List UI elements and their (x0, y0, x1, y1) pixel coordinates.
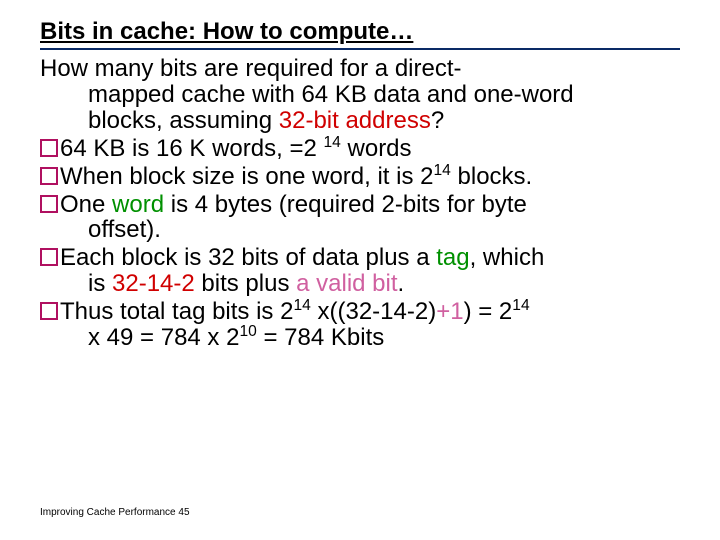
square-bullet-icon (40, 248, 58, 266)
b3a: One (60, 191, 112, 218)
b5-exp2: 14 (512, 297, 529, 314)
b5e: x 49 = 784 x 2 (88, 324, 239, 351)
bullet-5: Thus total tag bits is 214 x((32-14-2)+1… (40, 299, 680, 351)
b4a: Each block is 32 bits of data plus a (60, 244, 436, 271)
q-line2: mapped cache with 64 KB data and one-wor… (40, 82, 680, 108)
square-bullet-icon (40, 195, 58, 213)
b5c: +1 (436, 298, 463, 325)
q-l3c: ? (431, 107, 444, 134)
b1b: words (341, 135, 412, 162)
b5d: ) = 2 (464, 298, 513, 325)
slide-footer: Improving Cache Performance 45 (40, 507, 190, 518)
slide-body: How many bits are required for a direct-… (40, 56, 680, 351)
slide-title: Bits in cache: How to compute… (40, 18, 680, 50)
square-bullet-icon (40, 167, 58, 185)
b5b: x((32-14-2) (311, 298, 436, 325)
q-l3a: blocks, assuming (88, 107, 279, 134)
b4g: a valid bit (296, 270, 397, 297)
b5-exp1: 14 (293, 297, 310, 314)
b4c: , which (470, 244, 545, 271)
b3c: is 4 bytes (required 2-bits for byte (164, 191, 527, 218)
b4e: 32-14-2 (112, 270, 195, 297)
bullet-4: Each block is 32 bits of data plus a tag… (40, 245, 680, 297)
b4h: . (398, 270, 405, 297)
b2-exp: 14 (434, 162, 451, 179)
b5-line2: x 49 = 784 x 210 = 784 Kbits (40, 325, 680, 351)
b3b: word (112, 191, 164, 218)
q-line3: blocks, assuming 32-bit address? (40, 108, 680, 134)
bullet-1: 64 KB is 16 K words, =2 14 words (40, 136, 680, 162)
b5-exp3: 10 (239, 323, 256, 340)
bullet-3: One word is 4 bytes (required 2-bits for… (40, 192, 680, 244)
b1-exp: 14 (323, 134, 340, 151)
b4f: bits plus (195, 270, 296, 297)
b2a: When block size is one word, it is 2 (60, 163, 434, 190)
b1a: 64 KB is 16 K words, =2 (60, 135, 323, 162)
b4d: is (88, 270, 112, 297)
q-line1: How many bits are required for a direct- (40, 55, 462, 82)
question-block: How many bits are required for a direct-… (40, 56, 680, 134)
b5f: = 784 Kbits (257, 324, 384, 351)
b2b: blocks. (451, 163, 532, 190)
b5a: Thus total tag bits is 2 (60, 298, 293, 325)
bullet-2: When block size is one word, it is 214 b… (40, 164, 680, 190)
b3d: offset). (40, 217, 680, 243)
square-bullet-icon (40, 139, 58, 157)
q-l3b: 32-bit address (279, 107, 431, 134)
square-bullet-icon (40, 302, 58, 320)
b4-line2: is 32-14-2 bits plus a valid bit. (40, 271, 680, 297)
b4b: tag (436, 244, 469, 271)
